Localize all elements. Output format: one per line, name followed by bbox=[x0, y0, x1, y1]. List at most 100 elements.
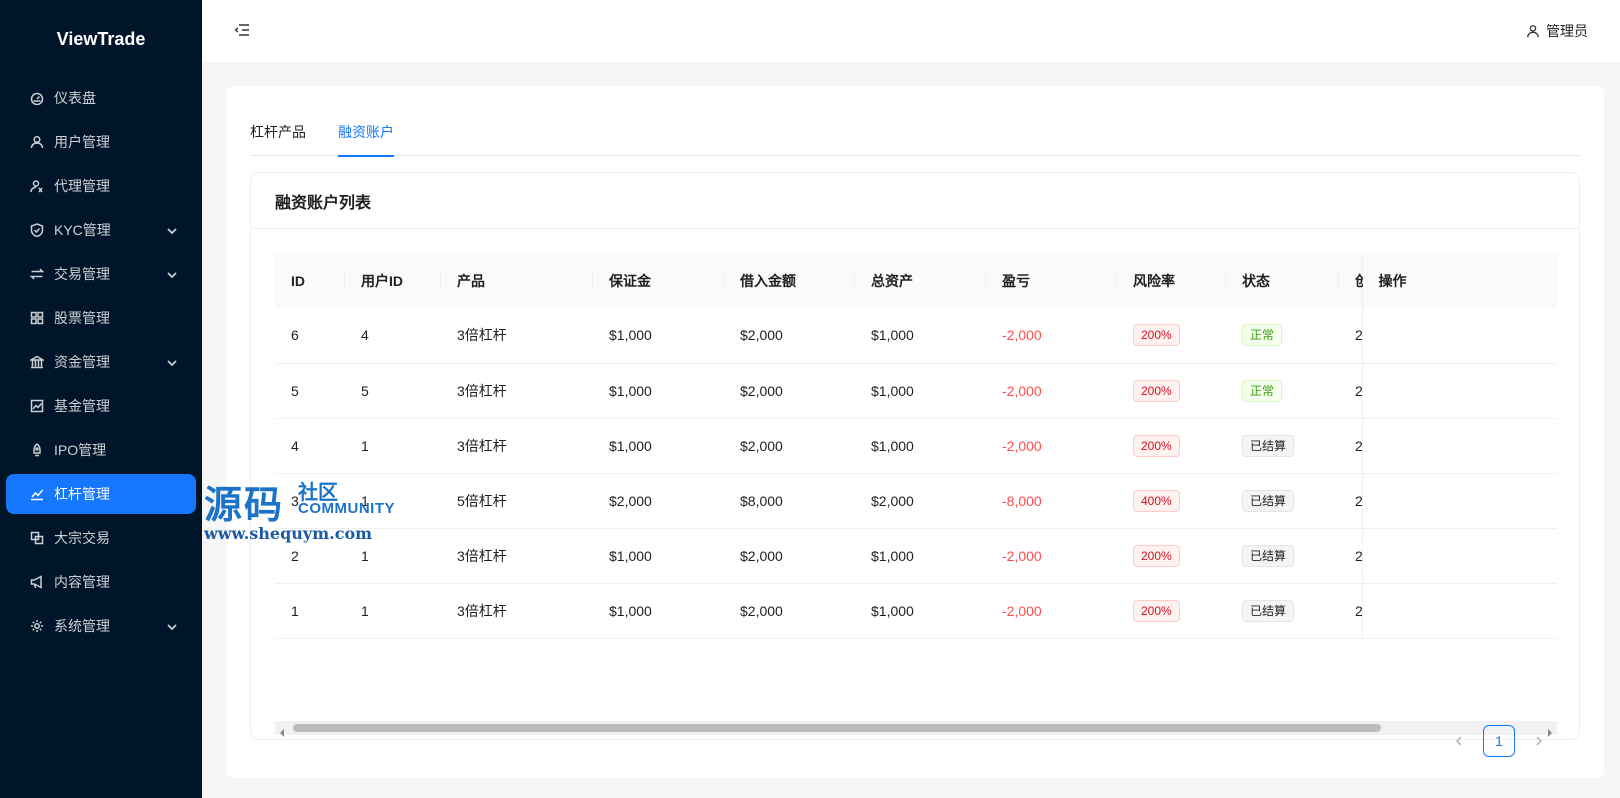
sidebar-item-9[interactable]: 杠杆管理 bbox=[6, 474, 196, 514]
cell-pnl: -2,000 bbox=[1002, 602, 1042, 619]
cell-risk: 200% bbox=[1117, 583, 1226, 638]
chevron-right-icon bbox=[1536, 736, 1543, 746]
sidebar-item-5[interactable]: 股票管理 bbox=[6, 298, 196, 338]
cell-borrowed: $2,000 bbox=[740, 437, 783, 454]
cell-risk: 200% bbox=[1117, 528, 1226, 583]
column-header: 操作 bbox=[1361, 253, 1557, 308]
line-chart-icon bbox=[30, 487, 44, 501]
column-header-label: ID bbox=[291, 272, 305, 289]
cell-borrowed: $2,000 bbox=[740, 602, 783, 619]
cell-user-id: 1 bbox=[361, 437, 369, 454]
scroll-thumb[interactable] bbox=[293, 724, 1381, 732]
cell-id: 1 bbox=[291, 602, 299, 619]
column-header: 用户ID bbox=[345, 253, 441, 308]
gear-icon bbox=[30, 619, 44, 633]
cell-product: 3倍杠杆 bbox=[457, 547, 507, 564]
cell-margin: $1,000 bbox=[609, 602, 652, 619]
cell-margin: $2,000 bbox=[609, 492, 652, 509]
cell-created: 20 bbox=[1339, 528, 1362, 583]
cell-margin: $1,000 bbox=[609, 327, 652, 344]
sidebar-item-4[interactable]: 交易管理 bbox=[6, 254, 196, 294]
sidebar-item-3[interactable]: KYC管理 bbox=[6, 210, 196, 250]
cell-total: $2,000 bbox=[871, 492, 914, 509]
cell-total: $1,000 bbox=[871, 437, 914, 454]
user-menu[interactable]: 管理员 bbox=[1526, 21, 1588, 41]
cell-id: 2 bbox=[291, 547, 299, 564]
sidebar-item-8[interactable]: IPO管理 bbox=[6, 430, 196, 470]
column-header: 产品 bbox=[441, 253, 593, 308]
risk-badge: 200% bbox=[1133, 544, 1180, 567]
sidebar-item-label: IPO管理 bbox=[54, 442, 107, 458]
block-icon bbox=[30, 531, 44, 545]
status-badge: 已结算 bbox=[1242, 434, 1295, 457]
user-name: 管理员 bbox=[1546, 23, 1588, 39]
cell-status: 已结算 bbox=[1226, 473, 1339, 528]
main-content: 杠杆产品 融资账户 融资账户列表 ID 用户ID 产品 保证金 借入金额 总资产 盈亏 风险率… bbox=[226, 86, 1604, 778]
table-row: 4 1 3倍杠杆 $1,000 $2,000 $1,000 -2,000 200% 已结算 20 bbox=[275, 418, 1557, 473]
status-badge: 已结算 bbox=[1242, 544, 1295, 567]
cell-margin: $1,000 bbox=[609, 437, 652, 454]
cell-user-id: 1 bbox=[361, 602, 369, 619]
cell-risk: 200% bbox=[1117, 308, 1226, 363]
cell-created: 20 bbox=[1339, 418, 1362, 473]
sidebar-item-label: 代理管理 bbox=[54, 178, 110, 194]
agent-icon bbox=[30, 179, 44, 193]
cell-borrowed: $2,000 bbox=[740, 382, 783, 399]
top-header: 管理员 bbox=[202, 0, 1620, 62]
cell-product: 3倍杠杆 bbox=[457, 327, 507, 344]
cell-pnl: -8,000 bbox=[1002, 492, 1042, 509]
swap-icon bbox=[30, 267, 44, 281]
column-header: 盈亏 bbox=[986, 253, 1117, 308]
cell-product: 3倍杠杆 bbox=[457, 602, 507, 619]
cell-status: 正常 bbox=[1226, 308, 1339, 363]
dashboard-icon bbox=[30, 91, 44, 105]
cell-actions bbox=[1361, 583, 1557, 638]
cell-created: 20 bbox=[1355, 327, 1362, 344]
table-row: 2 1 3倍杠杆 $1,000 $2,000 $1,000 -2,000 200% 已结算 20 bbox=[275, 528, 1557, 583]
sidebar-item-6[interactable]: 资金管理 bbox=[6, 342, 196, 382]
status-badge: 已结算 bbox=[1242, 599, 1295, 622]
sidebar-item-label: 资金管理 bbox=[54, 354, 110, 370]
cell-actions bbox=[1361, 418, 1557, 473]
risk-badge: 200% bbox=[1133, 599, 1180, 622]
column-header-label: 盈亏 bbox=[1002, 272, 1030, 289]
status-badge: 正常 bbox=[1242, 324, 1283, 347]
risk-badge: 400% bbox=[1133, 489, 1180, 512]
scroll-left-icon[interactable] bbox=[278, 724, 286, 737]
cell-user-id: 4 bbox=[361, 327, 369, 344]
sidebar-item-12[interactable]: 系统管理 bbox=[6, 606, 196, 646]
cell-actions bbox=[1361, 528, 1557, 583]
sidebar-item-label: KYC管理 bbox=[54, 222, 111, 238]
next-page-button[interactable] bbox=[1523, 725, 1555, 757]
cell-created: 20 bbox=[1339, 473, 1362, 528]
sidebar-item-2[interactable]: 代理管理 bbox=[6, 166, 196, 206]
cell-pnl: -2,000 bbox=[1002, 327, 1042, 344]
tab-financing-accounts[interactable]: 融资账户 bbox=[338, 114, 394, 157]
menu-fold-icon[interactable] bbox=[234, 22, 250, 38]
cell-total: $1,000 bbox=[871, 547, 914, 564]
sidebar-item-11[interactable]: 内容管理 bbox=[6, 562, 196, 602]
cell-margin: $1,000 bbox=[609, 382, 652, 399]
column-header: 风险率 bbox=[1117, 253, 1226, 308]
cell-risk: 200% bbox=[1117, 418, 1226, 473]
cell-status: 已结算 bbox=[1226, 528, 1339, 583]
horizontal-scrollbar[interactable] bbox=[275, 721, 1557, 737]
column-header-label: 状态 bbox=[1242, 272, 1270, 289]
rocket-icon bbox=[30, 443, 44, 457]
chevron-down-icon bbox=[166, 224, 178, 236]
sidebar-item-1[interactable]: 用户管理 bbox=[6, 122, 196, 162]
sidebar-item-7[interactable]: 基金管理 bbox=[6, 386, 196, 426]
risk-badge: 200% bbox=[1133, 434, 1180, 457]
cell-status: 已结算 bbox=[1226, 418, 1339, 473]
cell-user-id: 1 bbox=[361, 547, 369, 564]
page-number-button[interactable]: 1 bbox=[1483, 725, 1515, 757]
sidebar-item-label: 基金管理 bbox=[54, 398, 110, 414]
cell-total: $1,000 bbox=[871, 602, 914, 619]
tab-leverage-products[interactable]: 杠杆产品 bbox=[250, 114, 306, 156]
cell-actions bbox=[1361, 363, 1557, 418]
sidebar-item-10[interactable]: 大宗交易 bbox=[6, 518, 196, 558]
chevron-left-icon bbox=[1455, 736, 1462, 746]
prev-page-button[interactable] bbox=[1443, 725, 1475, 757]
sidebar-item-0[interactable]: 仪表盘 bbox=[6, 78, 196, 118]
column-header-label: 借入金额 bbox=[740, 272, 796, 289]
